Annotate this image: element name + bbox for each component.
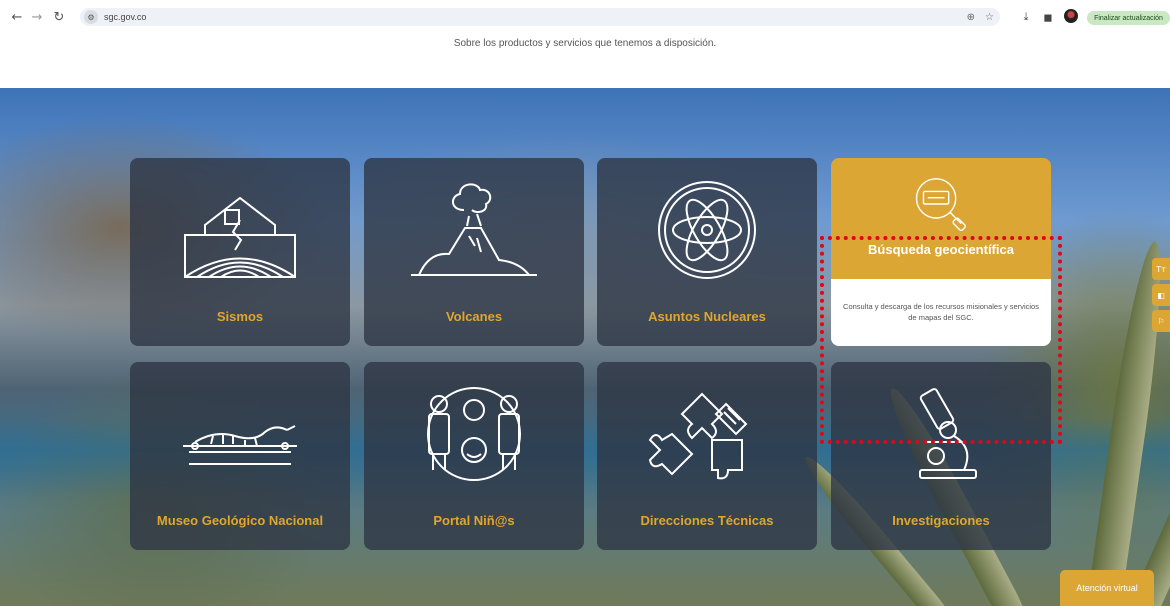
site-info-icon[interactable]: ⚙ [84,10,98,24]
microscope-icon [919,388,977,479]
url-text[interactable]: sgc.gov.co [104,12,146,22]
browser-toolbar: ← → ↻ ⚙ sgc.gov.co ⊕ ☆ ⤓ ◼ Finalizar act… [0,0,1170,32]
volcano-icon [411,183,537,276]
dinosaur-icon [183,425,297,465]
card-investigaciones[interactable]: Investigaciones [831,362,1051,550]
card-label: Direcciones Técnicas [640,513,774,528]
card-label: Búsqueda geocientífica [868,242,1014,257]
card-label: Asuntos Nucleares [648,309,766,324]
address-bar[interactable]: ⚙ sgc.gov.co ⊕ ☆ [80,8,1000,26]
card-volcanes[interactable]: Volcanes [364,158,584,346]
card-museo-geologico[interactable]: Museo Geológico Nacional [130,362,350,550]
hero-banner: Sismos Volcanes Asuntos Nucleares Búsque… [0,88,1170,606]
sidepanel-icon[interactable]: ◼ [1040,9,1056,25]
card-description: Consulta y descarga de los recursos misi… [831,279,1051,346]
text-size-icon[interactable]: Tт [1152,258,1170,280]
virtual-attention-button[interactable]: Atención virtual [1060,570,1154,606]
card-label: Sismos [216,309,264,324]
card-label: Investigaciones [892,513,990,528]
atom-icon [658,181,756,279]
card-asuntos-nucleares[interactable]: Asuntos Nucleares [597,158,817,346]
card-label: Volcanes [445,309,503,324]
contrast-icon[interactable]: ◧ [1152,284,1170,306]
page-subtitle: Sobre los productos y servicios que tene… [453,38,717,49]
update-button[interactable]: Finalizar actualización [1087,11,1170,25]
magnifier-icon [915,178,966,232]
card-sismos[interactable]: Sismos [130,158,350,346]
earthquake-house-icon [184,196,296,278]
card-label: Museo Geológico Nacional [156,513,324,528]
card-busqueda-geocientifica[interactable]: Búsqueda geocientífica Consulta y descar… [831,158,1051,346]
card-direcciones-tecnicas[interactable]: Direcciones Técnicas [597,362,817,550]
reload-icon[interactable]: ↻ [50,8,68,26]
children-icon [427,387,521,481]
puzzle-icon [648,392,748,480]
forward-icon[interactable]: → [28,8,46,26]
profile-avatar[interactable] [1064,9,1078,23]
back-icon[interactable]: ← [8,8,26,26]
card-portal-ninos[interactable]: Portal Niñ@s [364,362,584,550]
bookmark-star-icon[interactable]: ☆ [985,12,994,23]
download-icon[interactable]: ⤓ [1018,9,1034,25]
zoom-icon[interactable]: ⊕ [967,12,975,23]
sign-language-icon[interactable]: ⚐ [1152,310,1170,332]
card-label: Portal Niñ@s [433,513,515,528]
